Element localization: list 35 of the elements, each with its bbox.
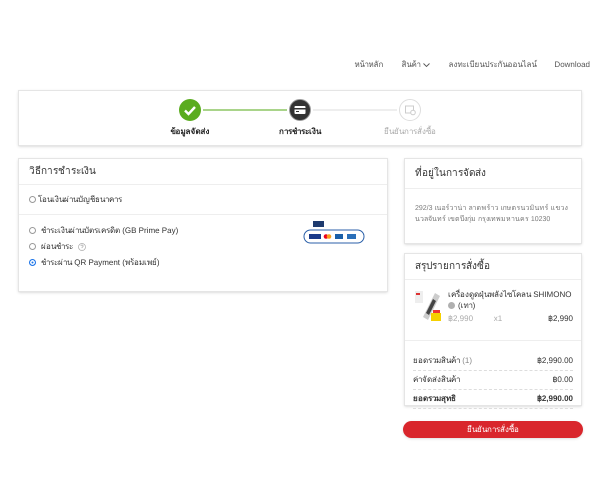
summary-label: ยอดรวมสุทธิ	[413, 393, 456, 405]
card-title: ที่อยู่ในการจัดส่ง	[405, 159, 581, 189]
radio-button[interactable]	[29, 243, 36, 250]
option-label: ชำระผ่าน QR Payment (พร้อมเพย์)	[41, 256, 160, 268]
nav-link[interactable]: หน้าหลัก	[354, 40, 384, 90]
credit-card-icon	[289, 99, 311, 121]
option-label: ชำระเงินผ่านบัตรเครดิต (GB Prime Pay)	[41, 224, 178, 236]
summary-value: ฿2,990.00	[536, 355, 573, 367]
nav-link[interactable]: Download	[554, 40, 590, 90]
unit-price: ฿2,990	[448, 313, 474, 324]
card-logos-drawing	[303, 221, 365, 245]
card-title: วิธีการชำระเงิน	[19, 159, 387, 185]
quantity: x1	[494, 313, 502, 324]
summary-label: ค่าจัดส่งสินค้า	[413, 374, 460, 386]
summary-value: ฿0.00	[552, 374, 573, 386]
radio-button[interactable]	[29, 196, 36, 203]
chevron-down-icon	[423, 62, 430, 68]
line-total: ฿2,990	[548, 313, 573, 324]
product-name: เครื่องดูดฝุ่นพลังไซโคลน SHIMONO	[448, 289, 572, 300]
nav-link[interactable]: ลงทะเบียนประกันออนไลน์	[448, 40, 536, 90]
variant-label: (เทา)	[458, 300, 476, 311]
confirm-order-button[interactable]: ยืนยันการสั่งซื้อ	[403, 421, 583, 438]
step-label: การชำระเงิน	[279, 126, 321, 138]
option-label: ผ่อนชำระ	[41, 240, 73, 252]
step-label: ข้อมูลจัดส่ง	[170, 126, 210, 138]
nav-link[interactable]: สินค้า	[401, 40, 430, 90]
summary-value: ฿2,990.00	[536, 393, 573, 405]
check-icon	[179, 99, 201, 121]
option-label: โอนเงินผ่านบัญชีธนาคาร	[38, 194, 122, 206]
radio-button[interactable]	[29, 227, 36, 234]
step-label: ยืนยันการสั่งซื้อ	[384, 126, 436, 138]
card-title: สรุปรายการสั่งซื้อ	[405, 254, 581, 280]
summary-label: ยอดรวมสินค้า (1)	[413, 355, 472, 367]
radio-button[interactable]	[29, 259, 36, 266]
help-icon[interactable]	[78, 242, 86, 250]
